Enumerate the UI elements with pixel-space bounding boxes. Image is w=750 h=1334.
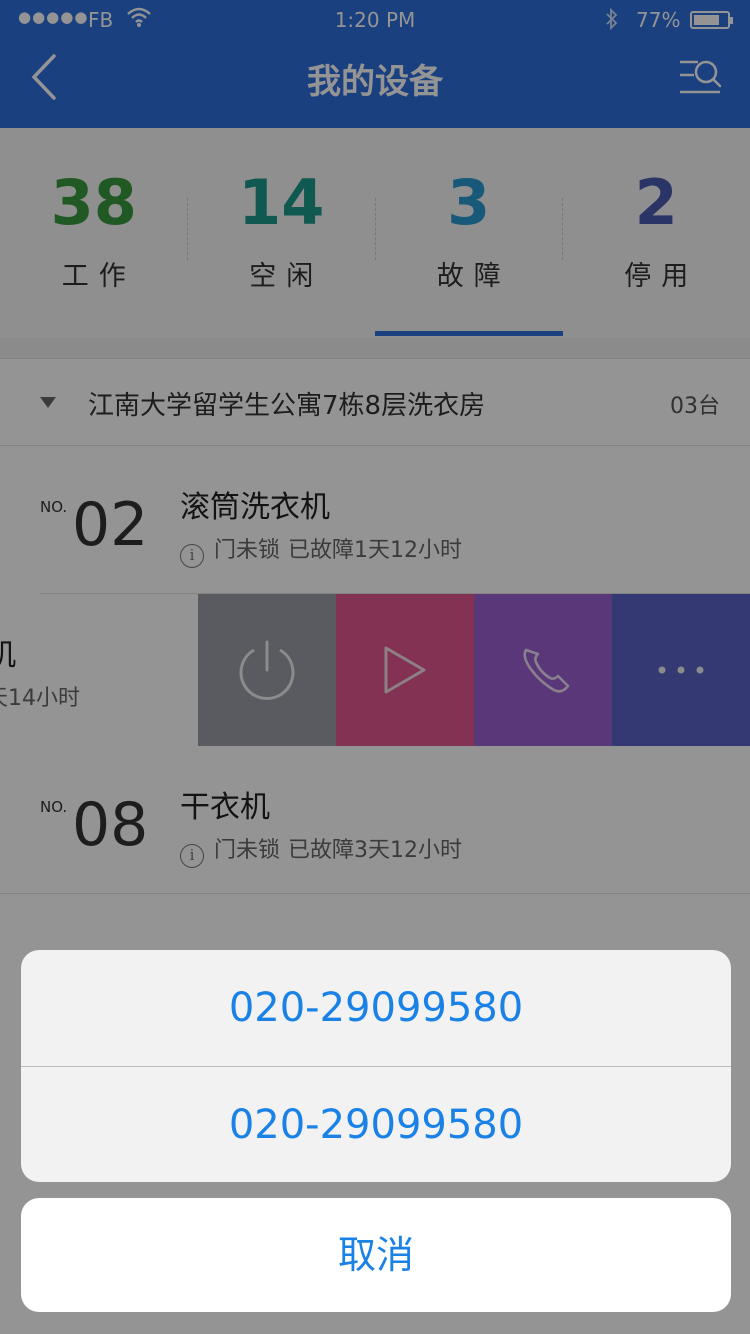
phone-option[interactable]: 020-29099580 bbox=[21, 1067, 731, 1182]
cancel-button[interactable]: 取消 bbox=[21, 1198, 731, 1312]
action-sheet: 020-29099580 020-29099580 bbox=[21, 950, 731, 1182]
phone-option[interactable]: 020-29099580 bbox=[21, 950, 731, 1066]
